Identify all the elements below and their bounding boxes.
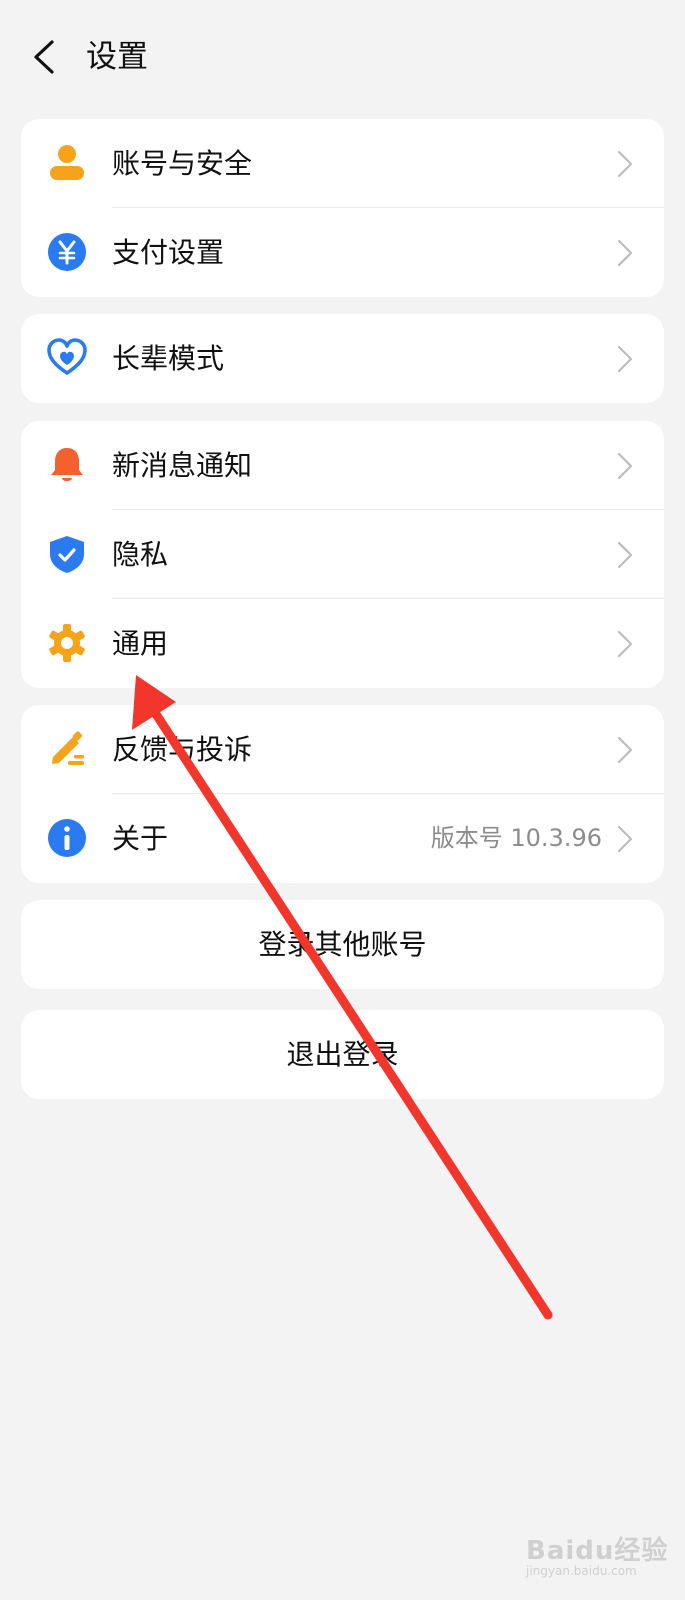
chevron-right-icon: [617, 630, 633, 658]
chevron-right-icon: [617, 736, 633, 764]
feedback-item[interactable]: 反馈与投诉: [21, 705, 664, 794]
logout-button[interactable]: 退出登录: [21, 1010, 664, 1099]
general-item[interactable]: 通用: [21, 599, 664, 688]
settings-group-general: 新消息通知 隐私 通用: [21, 421, 664, 688]
settings-group-account: 账号与安全 支付设置: [21, 119, 664, 297]
bell-icon: [51, 448, 83, 481]
payment-settings-label: 支付设置: [112, 236, 225, 269]
gear-icon: [49, 624, 85, 662]
general-label: 通用: [112, 627, 169, 660]
version-text: 版本号 10.3.96: [430, 824, 602, 852]
notification-item[interactable]: 新消息通知: [21, 421, 664, 510]
heart-icon: [47, 338, 87, 375]
shield-check-icon: [50, 536, 84, 573]
about-label: 关于: [112, 822, 169, 855]
person-icon: [50, 145, 84, 180]
elder-mode-label: 长辈模式: [112, 342, 225, 375]
privacy-item[interactable]: 隐私: [21, 510, 664, 599]
chevron-right-icon: [617, 825, 633, 853]
back-arrow-icon[interactable]: [26, 34, 66, 80]
pencil-icon: [52, 731, 84, 765]
settings-group-about: 反馈与投诉 关于 版本号 10.3.96: [21, 705, 664, 883]
chevron-right-icon: [617, 150, 633, 178]
watermark-url: jingyan.baidu.com: [526, 1564, 637, 1578]
feedback-label: 反馈与投诉: [112, 733, 253, 766]
account-security-label: 账号与安全: [112, 147, 253, 180]
privacy-label: 隐私: [112, 538, 169, 571]
baidu-watermark: Baidu经验 jingyan.baidu.com: [526, 1530, 669, 1586]
chevron-right-icon: [617, 345, 633, 373]
chevron-right-icon: [617, 452, 633, 480]
top-bar: 设置: [0, 0, 685, 116]
watermark-brand: Baidu经验: [526, 1536, 669, 1566]
about-item[interactable]: 关于 版本号 10.3.96: [21, 794, 664, 883]
yuan-icon: [48, 233, 86, 271]
payment-settings-item[interactable]: 支付设置: [21, 208, 664, 297]
chevron-right-icon: [617, 239, 633, 267]
info-icon: [48, 819, 86, 857]
settings-group-elder: 长辈模式: [21, 314, 664, 403]
account-security-item[interactable]: 账号与安全: [21, 119, 664, 208]
page-title: 设置: [86, 39, 148, 75]
chevron-right-icon: [617, 541, 633, 569]
switch-account-button[interactable]: 登录其他账号: [21, 900, 664, 989]
notification-label: 新消息通知: [112, 449, 253, 482]
elder-mode-item[interactable]: 长辈模式: [21, 314, 664, 403]
